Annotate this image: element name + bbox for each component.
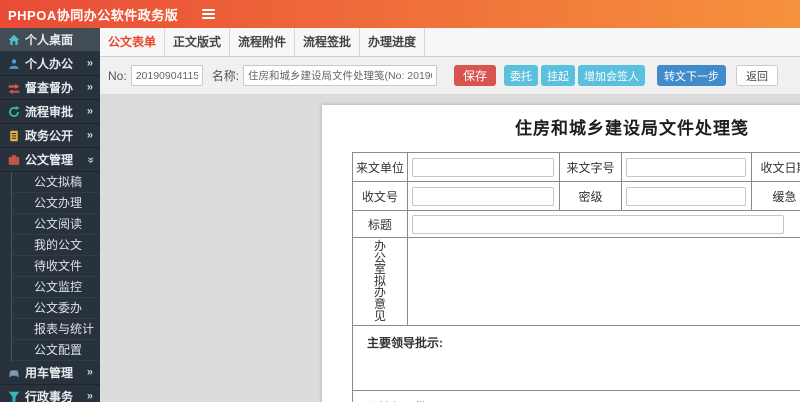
suspend-button[interactable]: 挂起	[541, 65, 576, 86]
branch-leader-note-label: 分管领导批示:	[352, 390, 800, 402]
from-unit-input[interactable]	[412, 157, 554, 177]
sidebar-item-doc-read[interactable]: 公文阅读	[12, 214, 100, 235]
office-opinion-area[interactable]	[407, 236, 800, 327]
car-icon	[7, 366, 20, 379]
tab-body-layout[interactable]: 正文版式	[165, 28, 230, 56]
cycle-icon	[7, 105, 20, 118]
table-row: 标题	[352, 210, 800, 238]
sidebar-item-document-management[interactable]: 公文管理 »	[0, 148, 100, 172]
shuffle-icon	[7, 81, 20, 94]
sidebar: 个人桌面 个人办公 » 督查督办 » 流程审批 » 政务公开 » 公文管理 » …	[0, 28, 100, 402]
add-cosigner-button[interactable]: 增加会签人	[578, 65, 646, 86]
sidebar-item-doc-handle[interactable]: 公文办理	[12, 193, 100, 214]
secrecy-label: 密级	[559, 181, 622, 211]
user-icon	[7, 57, 20, 70]
sidebar-item-doc-draft[interactable]: 公文拟稿	[12, 172, 100, 193]
sidebar-item-gov-disclosure[interactable]: 政务公开 »	[0, 124, 100, 148]
receive-date-label: 收文日期	[751, 152, 800, 182]
tab-doc-form[interactable]: 公文表单	[100, 28, 165, 56]
chevron-right-icon: »	[86, 81, 93, 93]
sidebar-item-label: 政务公开	[25, 129, 74, 143]
sidebar-item-label: 督查督办	[25, 81, 74, 95]
urgency-label: 缓急	[751, 181, 800, 211]
receive-no-input[interactable]	[412, 186, 554, 206]
chevron-right-icon: »	[86, 105, 93, 117]
table-row: 来文单位 来文字号 收文日期	[352, 152, 800, 182]
tab-progress[interactable]: 办理进度	[360, 28, 425, 56]
back-button[interactable]: 返回	[736, 65, 779, 86]
tab-flow-attachments[interactable]: 流程附件	[230, 28, 295, 56]
document-icon	[7, 129, 20, 142]
sidebar-item-supervision[interactable]: 督查督办 »	[0, 76, 100, 100]
sidebar-item-vehicle-management[interactable]: 用车管理 »	[0, 361, 100, 385]
filter-icon	[7, 390, 20, 402]
chevron-right-icon: »	[86, 390, 93, 402]
table-row: 收文号 密级 缓急	[352, 181, 800, 211]
chevron-right-icon: »	[86, 57, 93, 69]
name-label: 名称:	[211, 69, 240, 83]
delegate-button[interactable]: 委托	[504, 65, 539, 86]
sidebar-item-admin-affairs[interactable]: 行政事务 »	[0, 385, 100, 402]
no-input[interactable]	[130, 65, 203, 86]
sidebar-item-doc-monitor[interactable]: 公文监控	[12, 277, 100, 298]
tab-flow-signoff[interactable]: 流程签批	[295, 28, 360, 56]
sidebar-submenu-document-management: 公文拟稿 公文办理 公文阅读 我的公文 待收文件 公文监控 公文委办 报表与统计…	[11, 172, 100, 361]
chevron-down-icon: »	[84, 156, 97, 163]
topbar: PHPOA协同办公软件政务版	[0, 0, 800, 28]
sidebar-item-personal-desktop[interactable]: 个人桌面	[0, 28, 100, 52]
name-input[interactable]	[243, 65, 438, 86]
sidebar-item-label: 公文管理	[25, 153, 74, 167]
doc-ref-input[interactable]	[626, 157, 746, 177]
table-row: 分管领导批示:	[352, 390, 800, 402]
receive-no-label: 收文号	[352, 181, 408, 211]
save-button[interactable]: 保存	[454, 65, 497, 86]
subject-input[interactable]	[412, 214, 784, 234]
briefcase-icon	[7, 153, 20, 166]
app-title: PHPOA协同办公软件政务版	[8, 7, 179, 23]
sidebar-item-personal-office[interactable]: 个人办公 »	[0, 52, 100, 76]
forward-next-button[interactable]: 转文下一步	[657, 65, 727, 86]
tab-bar: 公文表单 正文版式 流程附件 流程签批 办理进度	[100, 28, 800, 57]
home-icon	[7, 33, 20, 46]
doc-ref-label: 来文字号	[559, 152, 622, 182]
no-label: No:	[108, 68, 127, 83]
sidebar-item-label: 流程审批	[25, 105, 74, 119]
sidebar-item-label: 用车管理	[25, 366, 74, 380]
table-row: 办 公 室 拟 办 意 见	[352, 236, 800, 327]
chevron-right-icon: »	[86, 129, 93, 141]
sidebar-item-label: 个人桌面	[25, 33, 74, 47]
main-leader-note-label: 主要领导批示:	[352, 325, 800, 392]
subject-label: 标题	[352, 210, 408, 238]
document-page: 住房和城乡建设局文件处理笺 来文单位 来文字号 收文日期	[322, 105, 800, 402]
from-unit-label: 来文单位	[352, 152, 408, 182]
office-opinion-label: 办 公 室 拟 办 意 见	[352, 236, 408, 327]
sidebar-item-pending-files[interactable]: 待收文件	[12, 256, 100, 277]
page-title: 住房和城乡建设局文件处理笺	[515, 119, 749, 138]
sidebar-item-workflow-approval[interactable]: 流程审批 »	[0, 100, 100, 124]
secrecy-input[interactable]	[626, 186, 746, 206]
table-row: 主要领导批示:	[352, 325, 800, 392]
sidebar-item-doc-config[interactable]: 公文配置	[12, 340, 100, 361]
workspace: 住房和城乡建设局文件处理笺 来文单位 来文字号 收文日期	[100, 95, 800, 402]
sidebar-item-my-docs[interactable]: 我的公文	[12, 235, 100, 256]
menu-icon[interactable]	[198, 5, 219, 23]
sidebar-item-reports-stats[interactable]: 报表与统计	[12, 319, 100, 340]
sidebar-item-doc-delegate[interactable]: 公文委办	[12, 298, 100, 319]
toolbar: No: 名称: 保存 委托 挂起 增加会签人 转文下一步 返回	[100, 57, 800, 95]
sidebar-item-label: 行政事务	[25, 390, 74, 402]
chevron-right-icon: »	[86, 366, 93, 378]
document-form-table: 来文单位 来文字号 收文日期 收文号 密级 缓急	[352, 152, 800, 402]
sidebar-item-label: 个人办公	[25, 57, 74, 71]
